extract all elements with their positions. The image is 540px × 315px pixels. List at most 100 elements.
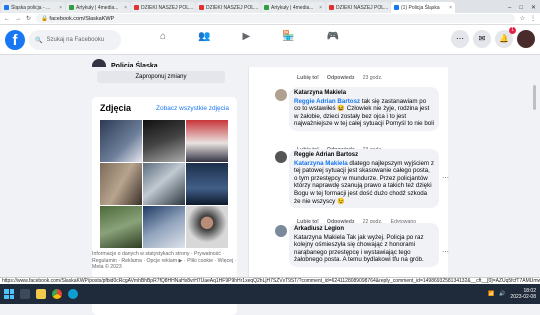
- status-bar-url: https://www.facebook.com/SlaskaKWP/posts…: [0, 277, 540, 284]
- page-scrollbar[interactable]: [532, 55, 537, 277]
- url-text: facebook.com/SlaskaKWP: [49, 15, 115, 22]
- photo-thumbnail[interactable]: [100, 120, 142, 162]
- reply-link[interactable]: Odpowiedz: [327, 75, 355, 81]
- chrome-icon[interactable]: [52, 289, 62, 299]
- tab-title: DZIEKI NASZEJ POL...: [206, 4, 259, 11]
- photo-grid: [100, 120, 230, 248]
- system-tray: 📶 🔊 18:02 2023-02-08: [488, 288, 536, 300]
- avatar[interactable]: [275, 151, 287, 163]
- minimize-icon[interactable]: –: [508, 5, 511, 11]
- news-icon: [69, 5, 74, 10]
- browser-tab-bar: Śląska policja - ... × Artykuły | 4media.…: [0, 0, 540, 13]
- edge-icon[interactable]: [68, 289, 78, 299]
- comment-bubble: Katarzyna Makiela Reggie Adrian Bartosz …: [289, 87, 439, 131]
- maximize-icon[interactable]: □: [519, 5, 523, 11]
- facebook-header: f 🔍 Szukaj na Facebooku ⌂ 👥 ▶ 🏪 🎮 ⋯ ✉ 🔔 1: [0, 25, 540, 55]
- windows-start-icon[interactable]: [4, 289, 14, 299]
- facebook-icon: [4, 5, 9, 10]
- browser-tab[interactable]: Artykuły | 4media... ×: [66, 2, 130, 13]
- avatar[interactable]: [275, 89, 287, 101]
- comment-author[interactable]: Arkadiusz Legion: [294, 226, 434, 234]
- close-icon[interactable]: ×: [124, 5, 127, 11]
- notifications-icon[interactable]: 🔔 1: [495, 27, 516, 48]
- like-link[interactable]: Lubię to!: [297, 75, 319, 81]
- photo-thumbnail[interactable]: [100, 206, 142, 248]
- browser-tab[interactable]: Artykuły | 4media... ×: [261, 2, 325, 13]
- photo-thumbnail[interactable]: [186, 163, 228, 205]
- comment-author[interactable]: Katarzyna Makiela: [294, 90, 434, 98]
- comment-time[interactable]: 23 godz.: [363, 75, 383, 81]
- photo-thumbnail[interactable]: [186, 120, 228, 162]
- menu-grid-icon[interactable]: ⋯: [451, 30, 469, 48]
- comment-text: Katarzyna Makiela Tak jak wyżej. Policja…: [294, 233, 424, 264]
- search-input[interactable]: 🔍 Szukaj na Facebooku: [29, 30, 121, 50]
- home-icon[interactable]: ⌂: [160, 31, 166, 42]
- photo-thumbnail[interactable]: [143, 120, 185, 162]
- window-controls: – □ ✕: [508, 2, 540, 13]
- forward-icon[interactable]: →: [15, 16, 21, 22]
- address-bar: ← → ↻ 🔒 facebook.com/SlaskaKWP ☆ ⋮: [0, 13, 540, 25]
- watch-icon[interactable]: ▶: [243, 31, 251, 42]
- scrollbar-thumb[interactable]: [533, 85, 536, 110]
- comments-panel: Lubię to! Odpowiedz 23 godz. Katarzyna M…: [248, 67, 449, 277]
- more-options-icon[interactable]: ⋯: [442, 174, 449, 182]
- comment-author[interactable]: Reggie Adrian Bartosz: [294, 152, 434, 160]
- close-icon[interactable]: ×: [449, 5, 452, 11]
- photo-thumbnail[interactable]: [143, 163, 185, 205]
- taskbar: 📶 🔊 18:02 2023-02-08: [0, 284, 540, 304]
- gaming-icon[interactable]: 🎮: [327, 31, 339, 42]
- mention-link[interactable]: Reggie Adrian Bartosz: [294, 98, 360, 105]
- marketplace-icon[interactable]: 🏪: [282, 31, 294, 42]
- photo-thumbnail[interactable]: [100, 163, 142, 205]
- back-icon[interactable]: ←: [4, 16, 10, 22]
- facebook-logo-icon[interactable]: f: [5, 30, 25, 50]
- volume-icon[interactable]: 🔊: [499, 291, 505, 297]
- clock[interactable]: 18:02 2023-02-08: [510, 288, 536, 300]
- mention-link[interactable]: Katarzyna Makiela: [294, 160, 348, 167]
- account-avatar[interactable]: [517, 30, 535, 48]
- tab-title: DZIEKI NASZEJ POL...: [141, 4, 194, 11]
- news-icon: [264, 5, 269, 10]
- lock-icon: 🔒: [41, 15, 50, 22]
- main-nav: ⌂ 👥 ▶ 🏪 🎮: [160, 31, 339, 42]
- close-window-icon[interactable]: ✕: [531, 4, 536, 11]
- more-options-icon[interactable]: ⋯: [442, 248, 449, 256]
- menu-icon[interactable]: ⋮: [530, 15, 536, 22]
- comment-bubble: Reggie Adrian Bartosz Katarzyna Makiela …: [289, 149, 439, 209]
- reload-icon[interactable]: ↻: [26, 15, 31, 22]
- wifi-icon[interactable]: 📶: [488, 291, 494, 297]
- comment-bubble: Arkadiusz Legion Katarzyna Makiela Tak j…: [289, 223, 439, 267]
- browser-tab[interactable]: DZIEKI NASZEJ POL...×: [196, 2, 260, 13]
- browser-tab-active[interactable]: (1) Policja Śląska ×: [391, 2, 455, 13]
- propose-changes-button[interactable]: Zaproponuj zmiany: [97, 71, 225, 83]
- comment-text: dlatego najlepszym wyjściem z tej patowe…: [294, 159, 434, 205]
- tab-title: DZIEKI NASZEJ POL...: [336, 4, 389, 11]
- browser-tab[interactable]: DZIEKI NASZEJ POL...×: [131, 2, 195, 13]
- messenger-icon[interactable]: ✉: [473, 30, 491, 48]
- footer-links[interactable]: Informacje o danych w statystykach stron…: [92, 251, 242, 271]
- search-icon[interactable]: [20, 289, 30, 299]
- tab-title: Śląska policja - ...: [11, 4, 51, 11]
- youtube-icon: [329, 5, 334, 10]
- facebook-icon: [394, 5, 399, 10]
- friends-icon[interactable]: 👥: [198, 31, 210, 42]
- clock-date: 2023-02-08: [510, 294, 536, 300]
- left-column: Zaproponuj zmiany Zdjęcia Zobacz wszystk…: [92, 67, 237, 315]
- photo-thumbnail[interactable]: [186, 206, 228, 248]
- star-icon[interactable]: ☆: [520, 15, 525, 22]
- close-icon[interactable]: ×: [319, 5, 322, 11]
- file-explorer-icon[interactable]: [36, 289, 46, 299]
- close-icon[interactable]: ×: [59, 5, 62, 11]
- tab-title: Artykuły | 4media...: [76, 4, 119, 11]
- avatar[interactable]: [275, 225, 287, 237]
- youtube-icon: [134, 5, 139, 10]
- comment-actions: Lubię to! Odpowiedz 23 godz.: [297, 75, 382, 81]
- browser-tab[interactable]: Śląska policja - ... ×: [1, 2, 65, 13]
- photo-thumbnail[interactable]: [143, 206, 185, 248]
- see-all-photos-link[interactable]: Zobacz wszystkie zdjęcia: [156, 105, 229, 112]
- browser-tab[interactable]: DZIEKI NASZEJ POL...×: [326, 2, 390, 13]
- tab-title: (1) Policja Śląska: [401, 4, 440, 11]
- header-actions: ⋯ ✉ 🔔 1: [451, 27, 535, 48]
- url-input[interactable]: 🔒 facebook.com/SlaskaKWP: [36, 14, 515, 23]
- notification-badge: 1: [509, 27, 516, 34]
